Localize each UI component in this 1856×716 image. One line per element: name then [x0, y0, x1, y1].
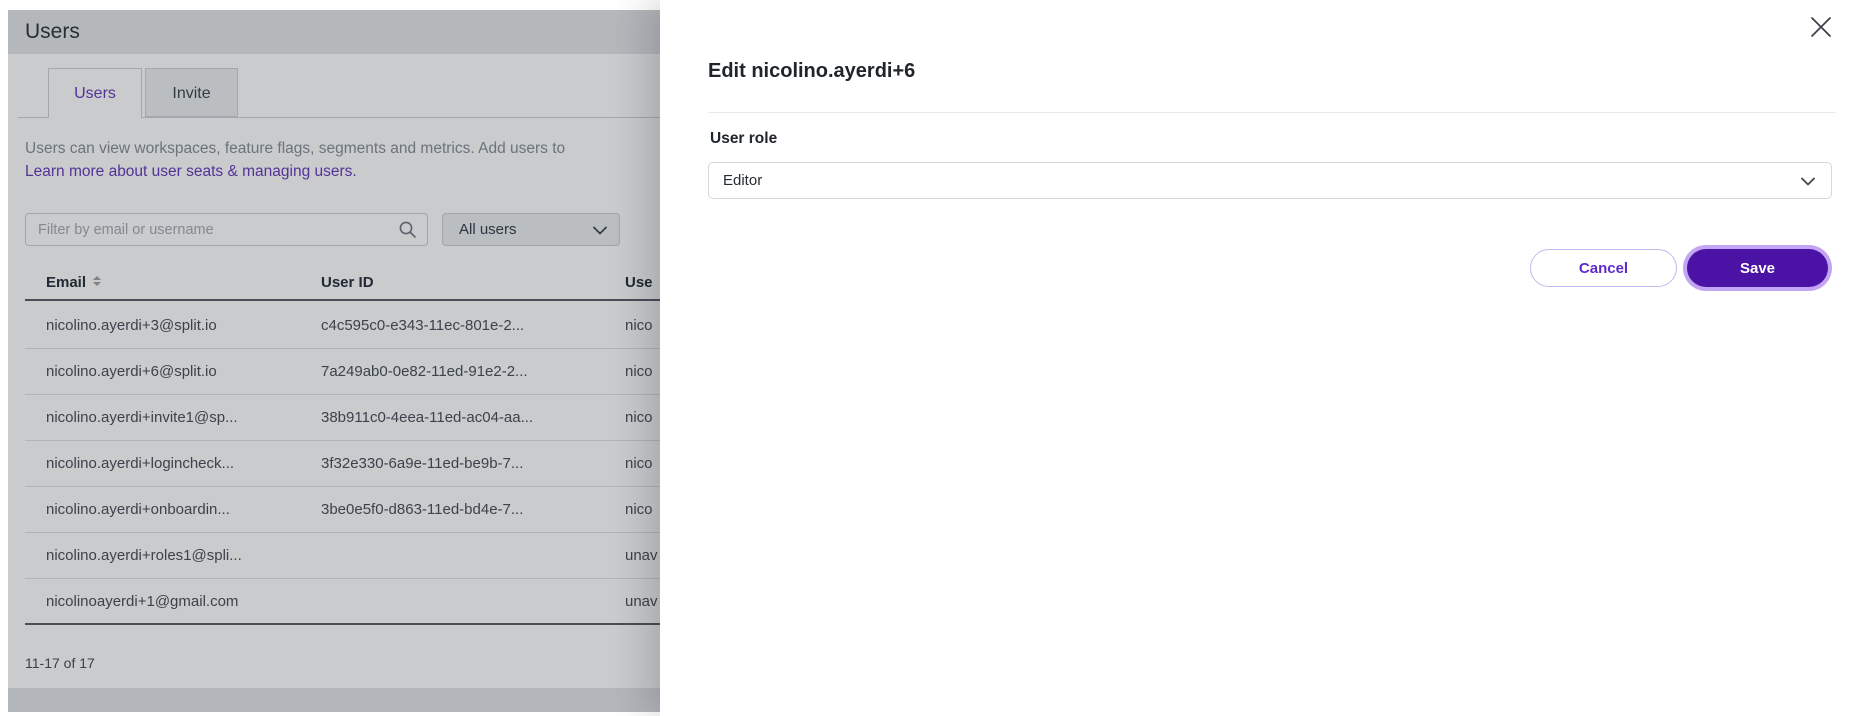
cancel-button[interactable]: Cancel	[1530, 249, 1677, 287]
user-role-select-value: Editor	[723, 163, 762, 198]
user-role-label: User role	[710, 130, 777, 148]
save-button[interactable]: Save	[1687, 249, 1828, 287]
modal-divider	[708, 112, 1836, 113]
screen: Users Users Invite Users can view worksp…	[0, 0, 1856, 716]
edit-user-modal: Edit nicolino.ayerdi+6 User role Editor …	[660, 0, 1856, 716]
close-button[interactable]	[1808, 14, 1834, 40]
modal-title: Edit nicolino.ayerdi+6	[708, 60, 915, 83]
user-role-select[interactable]: Editor	[708, 162, 1832, 199]
modal-backdrop[interactable]	[8, 10, 660, 712]
close-icon	[1808, 14, 1834, 40]
chevron-down-icon	[1801, 177, 1815, 186]
